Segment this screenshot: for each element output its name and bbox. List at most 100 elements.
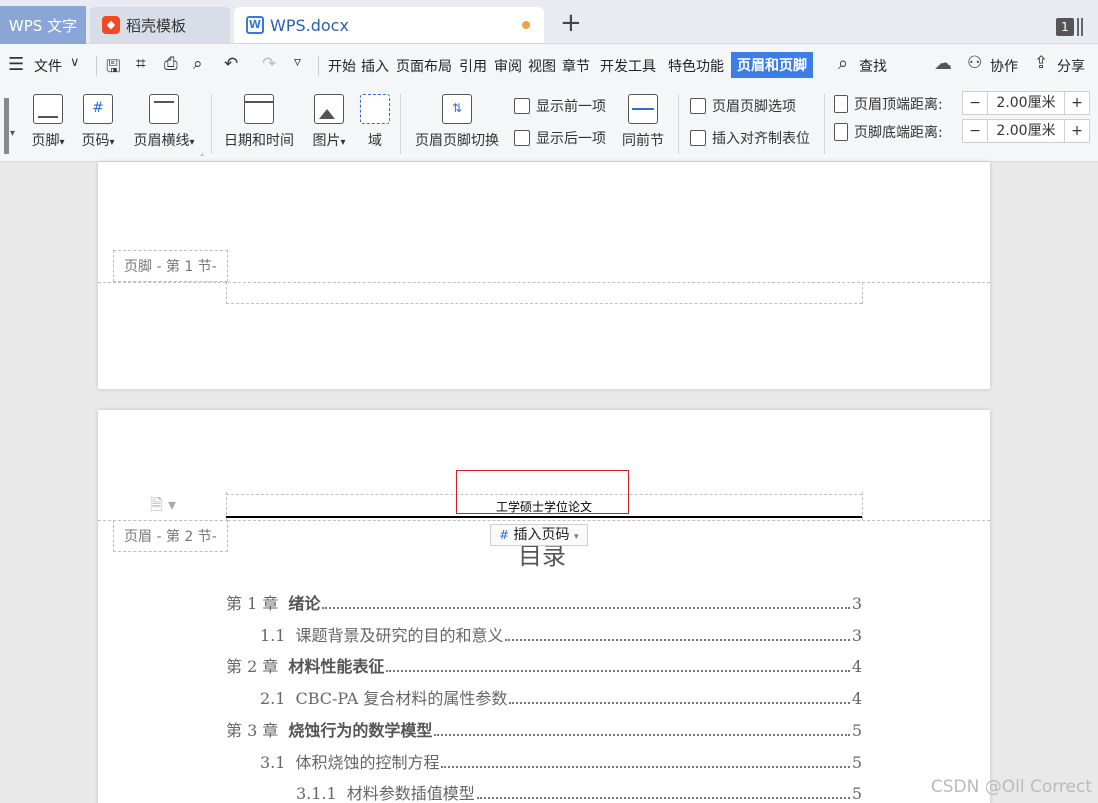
- header-top-distance-stepper[interactable]: − 2.00厘米 +: [962, 91, 1090, 115]
- footer-bottom-distance-text: 页脚底端距离:: [854, 125, 943, 141]
- show-next-icon: [514, 130, 530, 146]
- picture-icon: [314, 94, 344, 124]
- toc-entry-level2[interactable]: 1.1 课题背景及研究的目的和意义 3: [260, 622, 862, 646]
- toc-leader-dots: [434, 734, 850, 736]
- menu-separator: [318, 56, 319, 76]
- tab-template[interactable]: ◆ 稻壳模板: [90, 7, 230, 43]
- menu-collaborate[interactable]: 协作: [990, 56, 1018, 76]
- menu-share[interactable]: 分享: [1057, 56, 1085, 76]
- dialog-launcher-icon[interactable]: ⌟: [200, 148, 204, 157]
- picture-button[interactable]: 图片▾: [306, 94, 352, 150]
- print-icon[interactable]: ⎙: [164, 54, 178, 74]
- toc-entry-level2[interactable]: 3.1 体积烧蚀的控制方程 5: [260, 749, 862, 773]
- same-as-previous-label: 同前节: [622, 133, 664, 149]
- format-painter-icon[interactable]: ⌗: [136, 54, 146, 74]
- menu-special[interactable]: 特色功能: [668, 56, 724, 76]
- menu-separator: [96, 56, 97, 76]
- print-preview-icon[interactable]: ⌕: [193, 54, 203, 74]
- toc-leader-dots: [322, 607, 850, 609]
- menu-review[interactable]: 审阅: [494, 56, 522, 76]
- header-footer-switch-button[interactable]: ⇅ 页眉页脚切换: [410, 94, 504, 150]
- show-previous-button[interactable]: 显示前一项: [514, 96, 606, 116]
- switch-label: 页眉页脚切换: [415, 133, 499, 149]
- decrease-bottom-distance-button[interactable]: −: [963, 120, 987, 142]
- insert-page-number-label: 插入页码: [513, 527, 570, 543]
- increase-top-distance-button[interactable]: +: [1065, 92, 1089, 114]
- page-number-icon: #: [83, 94, 113, 124]
- toc-page: 4: [851, 657, 862, 676]
- toc-title-text: 体积烧蚀的控制方程: [295, 753, 440, 772]
- menu-header-footer[interactable]: 页眉和页脚: [731, 52, 813, 78]
- toc-title-text: 课题背景及研究的目的和意义: [295, 626, 504, 645]
- collaborate-icon[interactable]: ⚇: [967, 53, 982, 73]
- chevron-down-icon[interactable]: ▾: [10, 128, 15, 139]
- footer-content-guide: [226, 303, 862, 304]
- menu-search[interactable]: 查找: [859, 56, 887, 76]
- new-tab-plus-icon[interactable]: +: [560, 8, 582, 38]
- quick-access-more-icon[interactable]: ▿: [294, 54, 301, 70]
- insert-alignment-tab-button[interactable]: 插入对齐制表位: [690, 128, 810, 148]
- datetime-button[interactable]: 日期和时间: [220, 94, 298, 150]
- header-footer-options-button[interactable]: 页眉页脚选项: [690, 96, 796, 116]
- toc-leader-dots: [509, 702, 850, 704]
- page-1[interactable]: [98, 162, 990, 389]
- page-number-button[interactable]: # 页码▾: [78, 94, 118, 150]
- header-boundary-line: [98, 520, 990, 521]
- toc-entry-level1[interactable]: 第 2 章 材料性能表征 4: [226, 653, 862, 677]
- menu-references[interactable]: 引用: [459, 56, 487, 76]
- field-icon: [360, 94, 390, 124]
- unsaved-dot-icon: [522, 21, 530, 29]
- menu-file[interactable]: 文件: [34, 56, 62, 76]
- menu-bar: ☰ 文件 ∨ 🖫 ⌗ ⎙ ⌕ ↶ ↷ ▿ 开始 插入 页面布局 引用 审阅 视图…: [0, 44, 1098, 86]
- show-next-label: 显示后一项: [536, 131, 606, 147]
- tab-document[interactable]: W WPS.docx: [234, 7, 544, 43]
- toc-number: 2.1: [260, 689, 286, 708]
- increase-bottom-distance-button[interactable]: +: [1065, 120, 1089, 142]
- field-button[interactable]: 域: [358, 94, 392, 150]
- redo-icon[interactable]: ↷: [262, 54, 276, 74]
- menu-view[interactable]: 视图: [528, 56, 556, 76]
- cloud-sync-icon[interactable]: ☁: [934, 53, 952, 74]
- header-footer-ribbon: ▾ 页脚▾ # 页码▾ 页眉横线▾ ⌟ 日期和时间 图片▾ 域 ⇅ 页眉页脚切换…: [0, 86, 1098, 162]
- toc-entry-level1[interactable]: 第 3 章 烧蚀行为的数学模型 5: [226, 717, 862, 741]
- options-label: 页眉页脚选项: [712, 99, 796, 115]
- toc-entry-level2[interactable]: 2.1 CBC-PA 复合材料的属性参数 4: [260, 685, 862, 709]
- share-icon[interactable]: ⇪: [1034, 53, 1048, 73]
- toc-leader-dots: [386, 670, 850, 672]
- hamburger-menu-icon[interactable]: ☰: [8, 54, 24, 75]
- menu-chapter[interactable]: 章节: [562, 56, 590, 76]
- search-icon[interactable]: ⌕: [838, 53, 848, 74]
- show-next-button[interactable]: 显示后一项: [514, 128, 606, 148]
- toc-number: 第 1 章: [226, 594, 279, 613]
- toc-title-text: 烧蚀行为的数学模型: [288, 721, 433, 740]
- menu-developer[interactable]: 开发工具: [600, 56, 656, 76]
- save-icon[interactable]: 🖫: [106, 54, 120, 83]
- same-as-previous-button[interactable]: 同前节: [618, 94, 668, 150]
- toc-entry-level3[interactable]: 3.1.1 材料参数插值模型 5: [296, 780, 862, 803]
- toc-entry-level1[interactable]: 第 1 章 绪论 3: [226, 590, 862, 614]
- menu-home[interactable]: 开始: [328, 56, 356, 76]
- watermark: CSDN @Oll Correct: [930, 777, 1092, 797]
- window-count-badge[interactable]: 1: [1056, 18, 1074, 36]
- header-line-button[interactable]: 页眉横线▾: [128, 94, 200, 150]
- header-top-distance-value[interactable]: 2.00厘米: [987, 92, 1065, 114]
- tab-wps-app[interactable]: WPS 文字: [0, 6, 86, 44]
- chevron-down-icon[interactable]: ∨: [70, 55, 80, 70]
- insert-page-number-button[interactable]: # 插入页码 ▾: [490, 524, 588, 546]
- footer-bottom-distance-value[interactable]: 2.00厘米: [987, 120, 1065, 142]
- header-line-label: 页眉横线: [133, 133, 190, 149]
- window-list-icon[interactable]: [1077, 18, 1083, 36]
- menu-page-layout[interactable]: 页面布局: [396, 56, 452, 76]
- footer-right-margin-guide: [862, 282, 863, 304]
- footer-bottom-distance-stepper[interactable]: − 2.00厘米 +: [962, 119, 1090, 143]
- document-canvas[interactable]: 页脚 - 第 1 节- 🗎 ▾ 工学硕士学位论文 # 插入页码 ▾ 目录 第 1…: [0, 162, 1098, 803]
- header-line-icon: [149, 94, 179, 124]
- page-2[interactable]: 🗎 ▾ 工学硕士学位论文 # 插入页码 ▾ 目录 第 1 章 绪论 3 1.1 …: [98, 410, 990, 803]
- toc-title-text: 绪论: [288, 594, 321, 613]
- decrease-top-distance-button[interactable]: −: [963, 92, 987, 114]
- toc-page: 5: [851, 784, 862, 803]
- ribbon-scroll-left-handle[interactable]: [4, 98, 9, 154]
- undo-icon[interactable]: ↶: [224, 54, 238, 74]
- menu-insert[interactable]: 插入: [361, 56, 389, 76]
- footer-button[interactable]: 页脚▾: [28, 94, 68, 150]
